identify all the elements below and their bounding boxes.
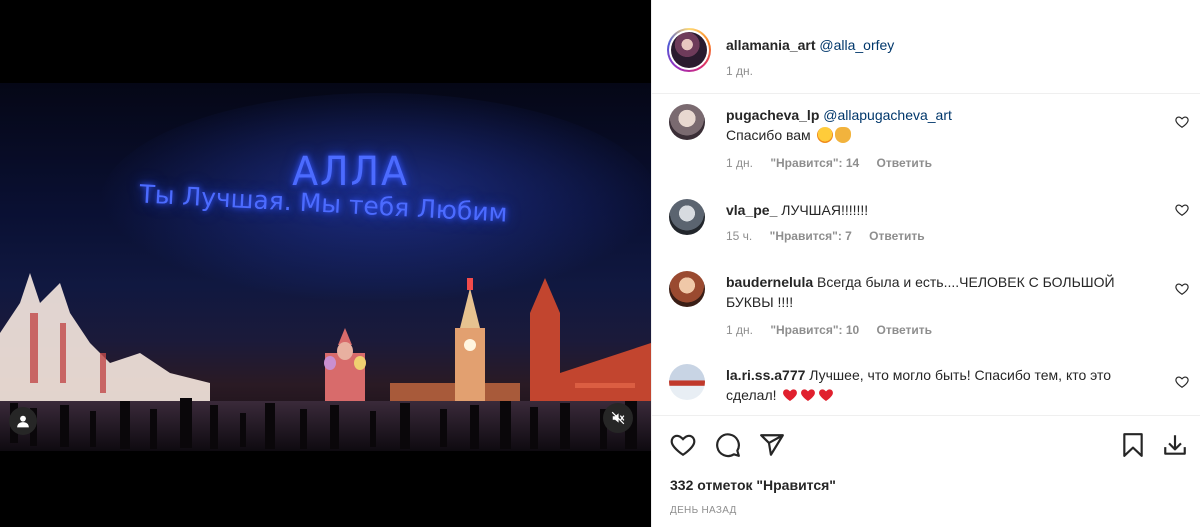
likes-count[interactable]: 332 отметок "Нравится"	[670, 477, 836, 493]
caption-mention[interactable]: @alla_orfey	[819, 37, 894, 53]
comment-likes[interactable]: "Нравится": 7	[770, 229, 852, 243]
post-caption: allamania_art @alla_orfey	[726, 37, 894, 53]
post-date[interactable]: ДЕНЬ НАЗАД	[670, 505, 737, 516]
comment-body: la.ri.ss.a777 Лучшее, что могло быть! Сп…	[726, 365, 1146, 405]
comment-like-heart-icon[interactable]	[1175, 203, 1189, 217]
comment-like-heart-icon[interactable]	[1175, 115, 1189, 129]
media-panel: АЛЛА Ты Лучшая. Мы тебя Любим	[0, 0, 651, 527]
comment-meta: 15 ч. "Нравится": 7 Ответить	[726, 229, 939, 243]
post-actions: 332 отметок "Нравится" ДЕНЬ НАЗАД	[652, 415, 1200, 527]
comment-body: pugacheva_lp @allapugacheva_art Спасибо …	[726, 105, 1156, 145]
comment-time[interactable]: 15 ч.	[726, 229, 752, 243]
red-square-night-scene	[0, 93, 651, 451]
speaker-muted-icon	[611, 411, 625, 425]
comment-time[interactable]: 1 дн.	[726, 156, 753, 170]
reply-button[interactable]: Ответить	[877, 323, 932, 337]
commenter-username[interactable]: baudernelula	[726, 274, 813, 290]
red-heart-emoji	[818, 387, 834, 403]
comment-time[interactable]: 1 дн.	[726, 323, 753, 337]
commenter-avatar[interactable]	[669, 364, 705, 400]
commenter-avatar[interactable]	[669, 199, 705, 235]
post-time[interactable]: 1 дн.	[726, 64, 753, 78]
tagged-users-button[interactable]	[9, 407, 37, 435]
star-struck-emoji	[816, 127, 833, 143]
comment-meta: 1 дн. "Нравится": 14 Ответить	[726, 156, 946, 170]
commenter-avatar[interactable]	[669, 104, 705, 140]
post-side-panel: allamania_art @alla_orfey 1 дн. pugachev…	[651, 0, 1200, 527]
red-heart-emoji	[800, 387, 816, 403]
post-header: allamania_art @alla_orfey 1 дн.	[652, 0, 1200, 94]
commenter-username[interactable]: pugacheva_lp	[726, 107, 819, 123]
comment-text: Спасибо вам	[726, 127, 811, 143]
download-icon[interactable]	[1162, 432, 1188, 458]
comments-list[interactable]: pugacheva_lp @allapugacheva_art Спасибо …	[652, 95, 1200, 415]
commenter-username[interactable]: vla_pe_	[726, 202, 777, 218]
comment-mention[interactable]: @allapugacheva_art	[823, 107, 952, 123]
author-avatar[interactable]	[667, 28, 711, 72]
comment-meta: 1 дн. "Нравится": 10 Ответить	[726, 323, 946, 337]
comment-bubble-icon[interactable]	[715, 432, 741, 458]
comment-like-heart-icon[interactable]	[1175, 375, 1189, 389]
user-icon	[17, 415, 29, 428]
bookmark-icon[interactable]	[1120, 432, 1146, 458]
author-username[interactable]: allamania_art	[726, 37, 816, 53]
comment-text: ЛУЧШАЯ!!!!!!!	[781, 202, 869, 218]
reply-button[interactable]: Ответить	[869, 229, 924, 243]
video-player[interactable]: АЛЛА Ты Лучшая. Мы тебя Любим	[0, 83, 651, 451]
comment-body: vla_pe_ ЛУЧШАЯ!!!!!!!	[726, 200, 1156, 220]
clapping-hands-emoji	[834, 127, 851, 143]
reply-button[interactable]: Ответить	[877, 156, 932, 170]
commenter-username[interactable]: la.ri.ss.a777	[726, 367, 805, 383]
commenter-avatar[interactable]	[669, 271, 705, 307]
comment-body: baudernelula Всегда была и есть....ЧЕЛОВ…	[726, 272, 1146, 312]
comment-like-heart-icon[interactable]	[1175, 282, 1189, 296]
red-heart-emoji	[782, 387, 798, 403]
comment-likes[interactable]: "Нравится": 14	[770, 156, 859, 170]
comment-likes[interactable]: "Нравится": 10	[770, 323, 859, 337]
mute-button[interactable]	[603, 403, 633, 433]
like-heart-icon[interactable]	[670, 432, 696, 458]
share-paper-plane-icon[interactable]	[759, 432, 785, 458]
